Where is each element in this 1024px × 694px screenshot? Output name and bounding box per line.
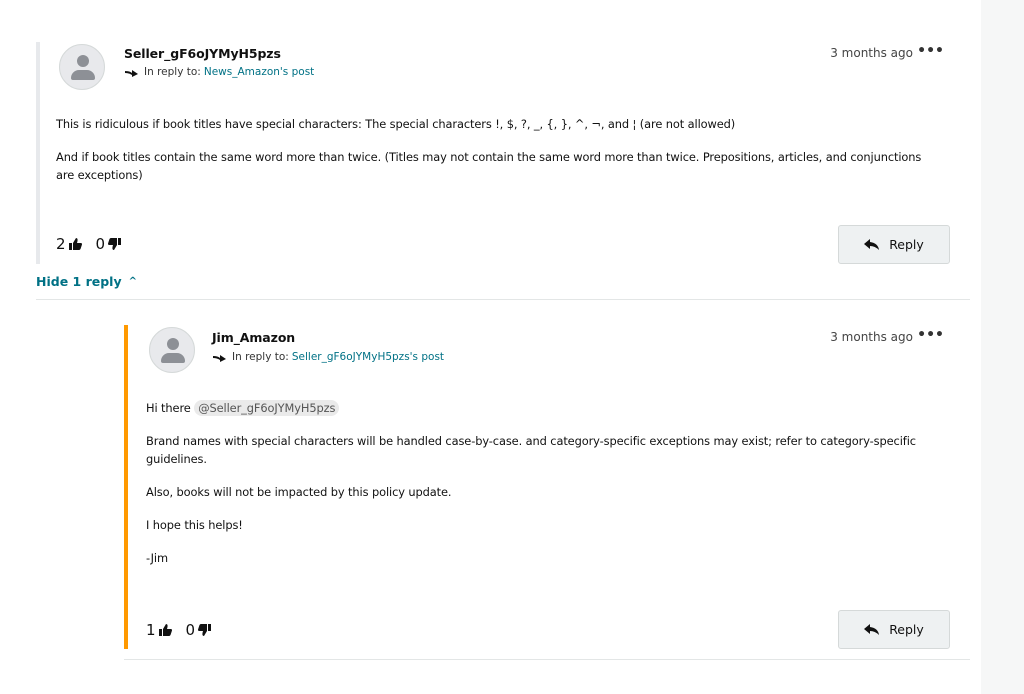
reply-to-link[interactable]: News_Amazon's post [204,66,314,78]
greeting-text: Hi there [146,401,191,415]
reply-button[interactable]: Reply [838,610,950,649]
reply-button-label: Reply [889,622,924,637]
divider [124,659,970,660]
avatar-head-shape [77,55,89,67]
right-rail [981,0,1024,694]
comment-paragraph: -Jim [146,551,168,565]
thumbs-up-icon [68,238,82,250]
avatar-head-shape [167,338,179,350]
more-options-icon[interactable]: ••• [917,43,944,59]
reply-to-prefix: In reply to: [232,351,289,363]
reply-to-prefix: In reply to: [144,66,201,78]
more-options-icon[interactable]: ••• [917,327,944,343]
comment-paragraph: I hope this helps! [146,518,243,532]
comment-body: This is ridiculous if book titles have s… [56,115,936,199]
comment-body: Hi there @Seller_gF6oJYMyH5pzs Brand nam… [146,399,946,582]
reply-arrow-icon [125,70,138,77]
avatar[interactable] [149,327,195,373]
caret-up-icon: ^ [128,276,137,287]
timestamp: 3 months ago [830,330,913,344]
comment-paragraph: This is ridiculous if book titles have s… [56,117,736,131]
comment-reply: Jim_Amazon In reply to: Seller_gF6oJYMyH… [124,325,950,649]
comment-paragraph: Brand names with special characters will… [146,434,916,466]
thumbs-down-icon [108,238,122,250]
author-name[interactable]: Seller_gF6oJYMyH5pzs [124,46,281,61]
reply-icon [864,623,880,635]
reply-button[interactable]: Reply [838,225,950,264]
reply-to-line: In reply to: Seller_gF6oJYMyH5pzs's post [212,351,444,363]
vote-bar: 1 0 [146,621,225,639]
reply-arrow-icon [213,355,226,362]
vote-bar: 2 0 [56,235,135,253]
comment-post: Seller_gF6oJYMyH5pzs In reply to: News_A… [36,42,950,264]
hide-replies-label: Hide 1 reply [36,274,122,289]
upvote-button[interactable]: 2 [56,235,82,253]
avatar-body-shape [161,353,185,363]
user-mention[interactable]: @Seller_gF6oJYMyH5pzs [194,400,340,416]
reply-icon [864,238,880,250]
divider [36,299,970,300]
avatar-body-shape [71,70,95,80]
avatar[interactable] [59,44,105,90]
comment-paragraph: And if book titles contain the same word… [56,150,922,182]
author-name[interactable]: Jim_Amazon [212,330,295,345]
downvote-button[interactable]: 0 [186,621,212,639]
upvote-count: 2 [56,235,66,253]
timestamp: 3 months ago [830,46,913,60]
reply-to-link[interactable]: Seller_gF6oJYMyH5pzs's post [292,351,444,363]
thumbs-up-icon [158,624,172,636]
comment-paragraph: Also, books will not be impacted by this… [146,485,452,499]
comment-paragraph: Hi there @Seller_gF6oJYMyH5pzs [146,399,946,417]
upvote-button[interactable]: 1 [146,621,172,639]
reply-to-line: In reply to: News_Amazon's post [124,66,314,78]
upvote-count: 1 [146,621,156,639]
downvote-count: 0 [95,235,106,253]
downvote-button[interactable]: 0 [96,235,122,253]
reply-button-label: Reply [889,237,924,252]
thumbs-down-icon [198,624,212,636]
hide-replies-toggle[interactable]: Hide 1 reply ^ [36,274,137,289]
downvote-count: 0 [185,621,196,639]
